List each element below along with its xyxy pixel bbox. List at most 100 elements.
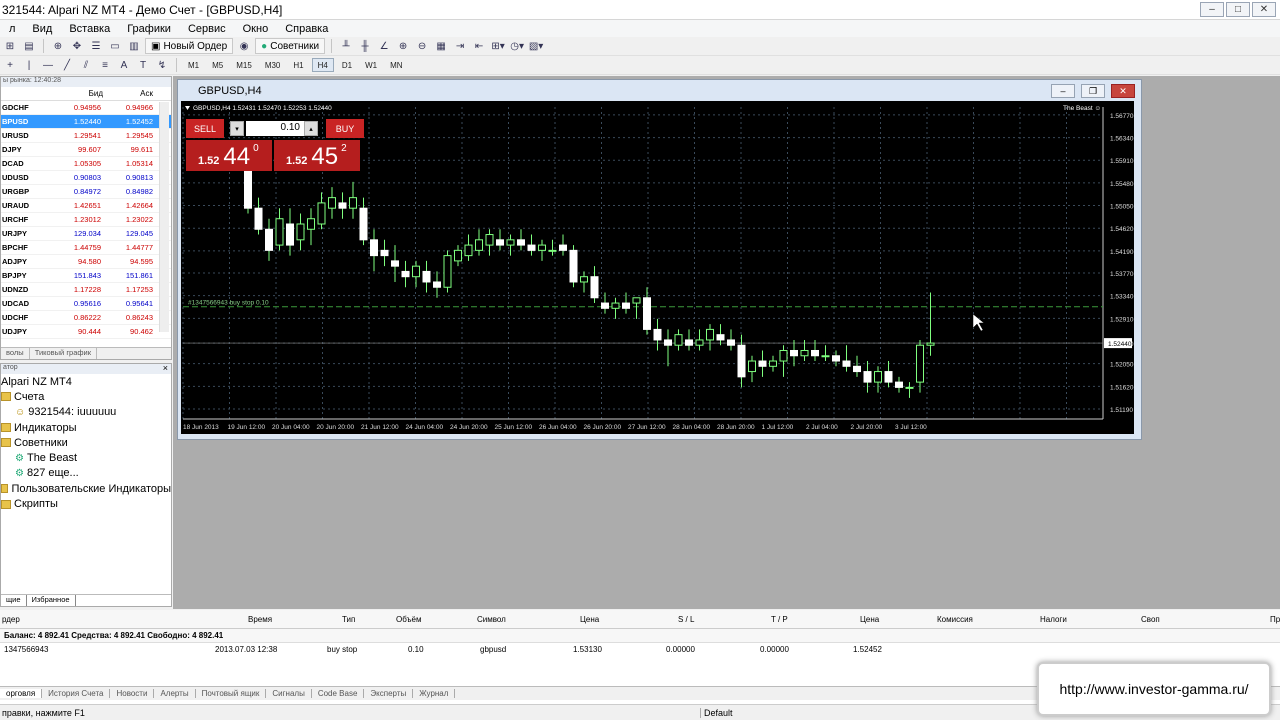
th-sl[interactable]: S / L: [678, 615, 694, 624]
timeframe-h1[interactable]: H1: [288, 58, 308, 72]
list-item[interactable]: UDCHF 0.86222 0.86243: [1, 311, 171, 325]
new-chart-icon[interactable]: ⊞: [2, 39, 18, 54]
timeframe-m15[interactable]: M15: [231, 58, 257, 72]
zoom-out-icon[interactable]: ⊖: [414, 39, 430, 54]
tab-journal[interactable]: Журнал: [413, 689, 456, 698]
text-label-icon[interactable]: T: [135, 58, 151, 73]
arrows-icon[interactable]: ↯: [154, 58, 170, 73]
minimize-button[interactable]: –: [1200, 2, 1224, 17]
list-item[interactable]: URCHF 1.23012 1.23022: [1, 213, 171, 227]
list-item[interactable]: DCAD 1.05305 1.05314: [1, 157, 171, 171]
th-swap[interactable]: Своп: [1141, 615, 1160, 624]
buy-price[interactable]: 1.52 45 2: [274, 140, 360, 171]
maximize-button[interactable]: □: [1226, 2, 1250, 17]
th-commission[interactable]: Комиссия: [937, 615, 973, 624]
tab-code-base[interactable]: Code Base: [312, 689, 365, 698]
templates-icon[interactable]: ▧▾: [528, 39, 544, 54]
col-bid[interactable]: Бид: [53, 89, 103, 98]
list-item[interactable]: URJPY 129.034 129.045: [1, 227, 171, 241]
th-profit[interactable]: Пр: [1270, 615, 1280, 624]
navigator-item[interactable]: Alpari NZ MT4: [1, 374, 171, 389]
list-item[interactable]: BPCHF 1.44759 1.44777: [1, 241, 171, 255]
th-order[interactable]: рдер: [2, 615, 20, 624]
terminal-icon[interactable]: ▭: [107, 39, 123, 54]
tab-alerts[interactable]: Алерты: [154, 689, 196, 698]
indicators-icon[interactable]: ⊞▾: [490, 39, 506, 54]
lots-input[interactable]: 0.10: [246, 121, 304, 136]
list-item[interactable]: DJPY 99.607 99.611: [1, 143, 171, 157]
bar-chart-icon[interactable]: ╨: [338, 39, 354, 54]
menu-insert[interactable]: Вставка: [60, 23, 118, 35]
th-taxes[interactable]: Налоги: [1040, 615, 1067, 624]
chart-shift-icon[interactable]: ⇤: [471, 39, 487, 54]
close-button[interactable]: ✕: [1252, 2, 1276, 17]
timeframe-m1[interactable]: M1: [183, 58, 204, 72]
navigator-icon[interactable]: ☰: [88, 39, 104, 54]
timeframe-mn[interactable]: MN: [385, 58, 407, 72]
th-symbol[interactable]: Символ: [477, 615, 506, 624]
navigator-item[interactable]: Пользовательские Индикаторы: [1, 481, 171, 496]
sell-button[interactable]: SELL: [186, 119, 224, 138]
list-item[interactable]: UDJPY 90.444 90.462: [1, 325, 171, 339]
profiles-icon[interactable]: ▤: [21, 39, 37, 54]
menu-tools[interactable]: Сервис: [179, 23, 234, 35]
tab-account-history[interactable]: История Счета: [42, 689, 111, 698]
tab-signals[interactable]: Сигналы: [266, 689, 312, 698]
th-tp[interactable]: T / P: [771, 615, 788, 624]
candlestick-icon[interactable]: ╫: [357, 39, 373, 54]
navigator-item[interactable]: Счета: [1, 389, 171, 404]
tab-news[interactable]: Новости: [110, 689, 155, 698]
tab-tick-chart[interactable]: Тиковый график: [30, 348, 98, 359]
sell-price[interactable]: 1.52 44 0: [186, 140, 272, 171]
list-item[interactable]: GDCHF 0.94956 0.94966: [1, 101, 171, 115]
chart-restore-button[interactable]: ❐: [1081, 84, 1105, 98]
list-item[interactable]: BPUSD 1.52440 1.52452: [1, 115, 171, 129]
tester-icon[interactable]: ▥: [126, 39, 142, 54]
th-time[interactable]: Время: [248, 615, 272, 624]
equidistant-channel-icon[interactable]: ⫽: [78, 58, 94, 73]
chart-close-button[interactable]: ✕: [1111, 84, 1135, 98]
market-watch-scrollbar[interactable]: [159, 102, 169, 332]
close-icon[interactable]: ×: [163, 363, 168, 373]
menu-charts[interactable]: Графики: [118, 23, 179, 35]
buy-button[interactable]: BUY: [326, 119, 364, 138]
timeframe-d1[interactable]: D1: [337, 58, 357, 72]
market-watch-icon[interactable]: ⊕: [50, 39, 66, 54]
navigator-item[interactable]: Советники: [1, 435, 171, 450]
navigator-item[interactable]: ⚙ 827 еще...: [1, 466, 171, 481]
tab-symbols[interactable]: волы: [1, 348, 30, 359]
list-item[interactable]: UDNZD 1.17228 1.17253: [1, 283, 171, 297]
tile-icon[interactable]: ▦: [433, 39, 449, 54]
fibonacci-icon[interactable]: ≡: [97, 58, 113, 73]
th-price[interactable]: Цена: [580, 615, 599, 624]
timeframe-m5[interactable]: M5: [207, 58, 228, 72]
list-item[interactable]: URAUD 1.42651 1.42664: [1, 199, 171, 213]
experts-button[interactable]: ● Советники: [255, 38, 326, 54]
trendline-icon[interactable]: ╱: [59, 58, 75, 73]
timeframe-h4[interactable]: H4: [311, 58, 334, 72]
line-chart-icon[interactable]: ∠: [376, 39, 392, 54]
th-type[interactable]: Тип: [342, 615, 355, 624]
col-ask[interactable]: Аск: [103, 89, 155, 98]
list-item[interactable]: URGBP 0.84972 0.84982: [1, 185, 171, 199]
autoscroll-icon[interactable]: ⇥: [452, 39, 468, 54]
tab-trade[interactable]: орговля: [0, 689, 43, 698]
th-volume[interactable]: Объём: [396, 615, 422, 624]
navigator-item[interactable]: ⚙ The Beast: [1, 450, 171, 465]
list-item[interactable]: UDUSD 0.90803 0.90813: [1, 171, 171, 185]
tab-mailbox[interactable]: Почтовый ящик: [196, 689, 267, 698]
list-item[interactable]: UDCAD 0.95616 0.95641: [1, 297, 171, 311]
navigator-item[interactable]: ☺ 9321544: iuuuuuu: [1, 405, 171, 420]
timeframe-m30[interactable]: M30: [260, 58, 286, 72]
navigator-item[interactable]: Скрипты: [1, 496, 171, 511]
navigator-item[interactable]: Индикаторы: [1, 420, 171, 435]
menu-window[interactable]: Окно: [234, 23, 277, 35]
table-row[interactable]: 1347566943 2013.07.03 12:38 buy stop 0.1…: [0, 643, 1280, 657]
zoom-in-icon[interactable]: ⊕: [395, 39, 411, 54]
tab-common[interactable]: щие: [1, 595, 27, 606]
lots-decrease-button[interactable]: ▾: [230, 121, 244, 136]
list-item[interactable]: BPJPY 151.843 151.861: [1, 269, 171, 283]
lots-increase-button[interactable]: ▴: [304, 121, 318, 136]
list-item[interactable]: ADJPY 94.580 94.595: [1, 255, 171, 269]
menu-file[interactable]: л: [0, 23, 23, 35]
